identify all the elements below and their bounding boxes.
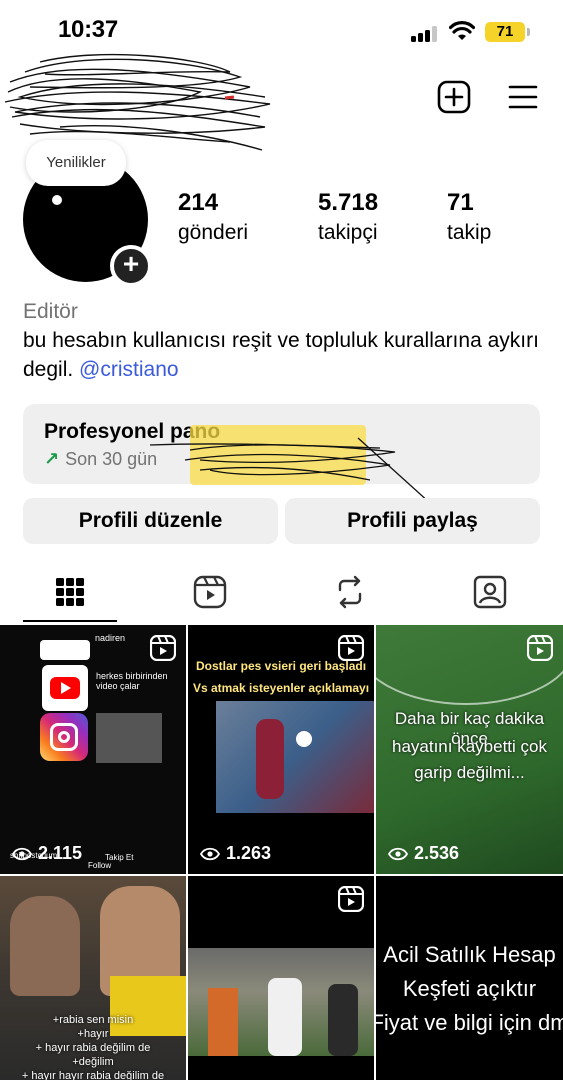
note-bubble[interactable]: Yenilikler <box>26 140 126 186</box>
tagged-icon[interactable] <box>470 570 510 614</box>
post-1-caption-5: Follow <box>88 861 112 870</box>
active-tab-indicator <box>23 620 117 622</box>
post-4-caption-1: +rabia sen misin <box>52 1014 134 1026</box>
wifi-icon <box>449 21 475 40</box>
reposts-icon[interactable] <box>330 570 370 614</box>
followers-stat[interactable]: 5.718 takipçi <box>318 188 378 248</box>
grid-post-3[interactable]: Daha bir kaç dakika önce hayatını kaybet… <box>376 625 563 874</box>
reels-icon[interactable] <box>190 570 230 614</box>
grid-post-4[interactable]: +rabia sen misin +hayır + hayır rabia de… <box>0 876 186 1080</box>
note-bubble-tail <box>52 195 62 205</box>
instagram-logo <box>40 713 88 761</box>
grid-post-5[interactable] <box>188 876 374 1080</box>
post-1-view-count: 2.115 <box>38 843 83 863</box>
posts-label: gönderi <box>178 221 249 244</box>
grid-post-2[interactable]: Dostlar pes vsieri geri başladı Vs atmak… <box>188 625 374 874</box>
followers-label: takipçi <box>318 221 378 244</box>
post-4-caption-4: +değilim <box>72 1056 114 1068</box>
post-3-caption-2: hayatını kaybetti çok <box>392 737 547 756</box>
post-6-caption-1: Acil Satılık Hesap <box>383 942 556 967</box>
eye-icon <box>388 847 408 860</box>
followers-count: 5.718 <box>318 189 379 216</box>
status-time: 10:37 <box>58 16 118 43</box>
post-6-caption-2: Keşfeti açıktır <box>402 976 537 1001</box>
post-3-caption-3: garip değilmi... <box>414 763 525 782</box>
battery-indicator: 71 <box>485 22 525 42</box>
posts-stat[interactable]: 214 gönderi <box>178 188 248 248</box>
trend-arrow-icon: ↗ <box>44 449 60 469</box>
eye-icon <box>200 847 220 860</box>
following-count: 71 <box>447 189 474 216</box>
posts-count: 214 <box>178 189 219 216</box>
reel-badge-icon <box>338 635 364 661</box>
post-2-view-count: 1.263 <box>226 843 272 863</box>
post-1-photo <box>96 713 162 763</box>
battery-tip <box>527 28 530 36</box>
create-post-icon[interactable] <box>437 80 471 114</box>
youtube-logo <box>42 665 88 711</box>
post-1-views: 2.115 <box>12 843 82 864</box>
post-4-yellow-shirt <box>110 976 186 1036</box>
share-profile-button[interactable]: Profili paylaş <box>285 498 540 544</box>
cellular-signal-icon <box>411 26 439 42</box>
dashboard-subtitle: ↗ Son 30 gün <box>44 449 157 470</box>
grid-icon[interactable] <box>50 570 90 614</box>
dashboard-subtitle-text: Son 30 gün <box>65 449 158 469</box>
tiktok-logo <box>40 640 90 660</box>
following-label: takip <box>447 221 492 244</box>
grid-post-1[interactable]: nadiren herkes birbirinden video çalar s… <box>0 625 186 874</box>
reel-badge-icon <box>338 886 364 912</box>
reel-badge-icon <box>527 635 553 661</box>
menu-icon[interactable] <box>506 80 540 114</box>
following-stat[interactable]: 71 takip <box>447 188 491 248</box>
post-4-caption-3: + hayır rabia değilim de <box>35 1042 151 1054</box>
post-5-photo <box>188 948 374 1056</box>
edit-profile-button[interactable]: Profili düzenle <box>23 498 278 544</box>
post-1-caption-1: nadiren <box>95 633 126 643</box>
post-2-photo <box>216 701 374 813</box>
post-4-caption-5: + hayır hayır rabia değilim de <box>21 1070 165 1080</box>
post-3-view-count: 2.536 <box>414 843 460 863</box>
post-2-caption-1: Dostlar pes vsieri geri başladı <box>195 659 367 673</box>
post-3-views: 2.536 <box>388 843 459 864</box>
post-6-caption-3: Fiyat ve bilgi için dm <box>376 1010 563 1035</box>
post-2-caption-2: Vs atmak isteyenler açıklamayı <box>192 681 370 695</box>
eye-icon <box>12 847 32 860</box>
post-1-caption-2: herkes birbirinden video çalar <box>96 671 168 691</box>
profile-bio: bu hesabın kullanıcısı reşit ve topluluk… <box>23 326 543 384</box>
profile-category: Editör <box>23 300 78 323</box>
add-story-icon[interactable]: + <box>110 245 152 287</box>
post-4-caption-2: +hayır <box>77 1028 109 1040</box>
post-2-views: 1.263 <box>200 843 271 864</box>
reel-badge-icon <box>150 635 176 661</box>
bio-mention-link[interactable]: @cristiano <box>79 358 179 381</box>
post-4-person-left <box>10 896 80 996</box>
grid-post-6[interactable]: Acil Satılık Hesap Keşfeti açıktır Fiyat… <box>376 876 563 1080</box>
